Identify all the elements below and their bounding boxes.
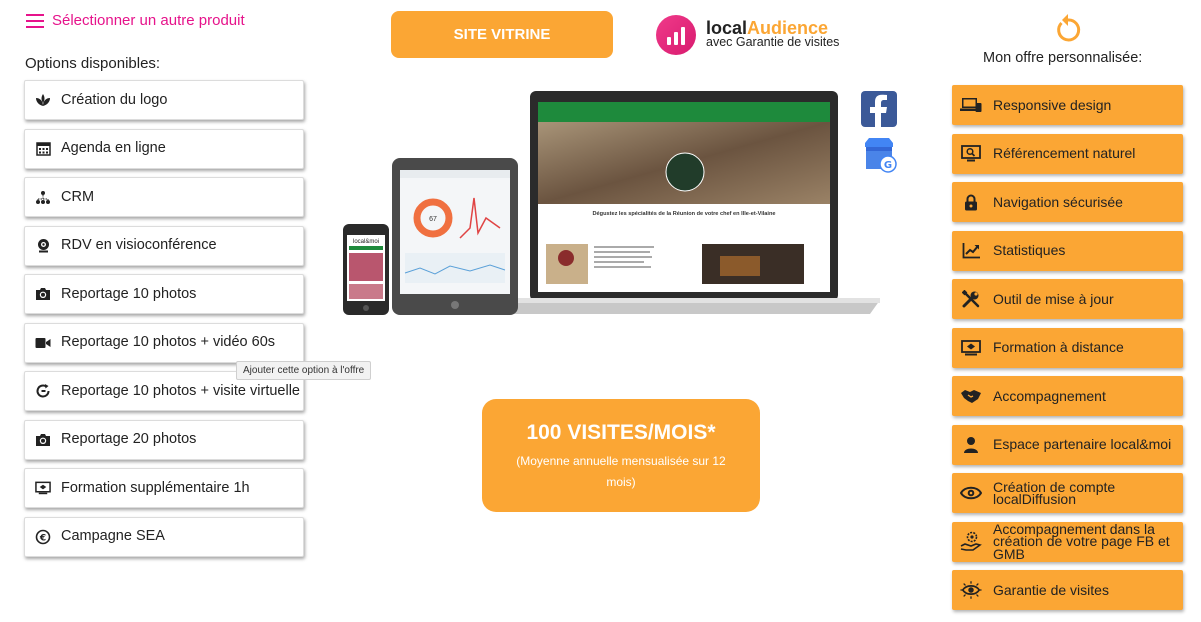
camera-icon bbox=[35, 286, 51, 302]
offer-label: Accompagnement bbox=[993, 387, 1106, 404]
option-agenda[interactable]: Agenda en ligne bbox=[24, 128, 304, 169]
option-label: Campagne SEA bbox=[61, 528, 165, 544]
offer-label: Navigation sécurisée bbox=[993, 193, 1123, 210]
camera-icon bbox=[35, 432, 51, 448]
option-label: Reportage 10 photos + visite virtuelle bbox=[61, 382, 300, 399]
offer-label: Création de compte localDiffusion bbox=[993, 478, 1116, 507]
option-label: Formation supplémentaire 1h bbox=[61, 479, 250, 496]
offer-support[interactable]: Accompagnement bbox=[952, 376, 1183, 416]
eye-rays-icon bbox=[960, 580, 982, 600]
option-label: Agenda en ligne bbox=[61, 140, 166, 156]
option-label: Reportage 10 photos bbox=[61, 285, 197, 302]
option-crm[interactable]: CRM bbox=[24, 177, 304, 217]
offer-secure-navigation[interactable]: Navigation sécurisée bbox=[952, 182, 1183, 222]
video-camera-icon bbox=[35, 335, 51, 351]
lock-icon bbox=[960, 192, 982, 212]
sea-icon: € bbox=[35, 529, 51, 545]
tablet-mockup: 67 bbox=[392, 158, 518, 315]
offer-responsive-design[interactable]: Responsive design bbox=[952, 85, 1183, 125]
option-visio[interactable]: RDV en visioconférence bbox=[24, 225, 304, 266]
options-title: Options disponibles: bbox=[25, 55, 161, 72]
option-label: Création du logo bbox=[61, 91, 168, 108]
option-photos-20[interactable]: Reportage 20 photos bbox=[24, 419, 304, 460]
offer-fb-gmb-support[interactable]: Accompagnement dans la création de votre… bbox=[952, 520, 1183, 562]
devices-icon bbox=[960, 95, 982, 115]
org-chart-icon bbox=[35, 189, 51, 205]
eye-icon bbox=[960, 483, 982, 503]
remote-training-icon bbox=[960, 338, 982, 358]
svg-text:G: G bbox=[884, 160, 892, 171]
offer-label: Statistiques bbox=[993, 242, 1066, 259]
bar-chart-logo-icon bbox=[656, 15, 696, 55]
offer-label: Garantie de visites bbox=[993, 581, 1109, 598]
laptop-mockup: Dégustez les spécialités de la Réunion d… bbox=[490, 91, 880, 314]
svg-text:€: € bbox=[39, 533, 46, 543]
offer-label: Accompagnement dans la création de votre… bbox=[993, 520, 1170, 562]
menu-icon bbox=[26, 13, 44, 28]
offer-localdiffusion-account[interactable]: Création de compte localDiffusion bbox=[952, 473, 1183, 513]
training-screen-icon bbox=[35, 480, 51, 496]
visits-guarantee-card: 100 VISITES/MOIS* (Moyenne annuelle mens… bbox=[482, 399, 760, 512]
localaudience-brand: localAudience avec Garantie de visites bbox=[656, 15, 839, 55]
visits-note: (Moyenne annuelle mensualisée sur 12 moi… bbox=[516, 454, 726, 489]
offer-label: Outil de mise à jour bbox=[993, 290, 1114, 307]
offer-update-tool[interactable]: Outil de mise à jour bbox=[952, 279, 1183, 319]
options-list: Création du logo Agenda en ligne CRM RDV… bbox=[24, 80, 304, 565]
mockup-gauge-value: 67 bbox=[429, 216, 437, 223]
visits-title: 100 VISITES/MOIS* bbox=[526, 421, 716, 444]
handshake-icon bbox=[960, 386, 982, 406]
webcam-icon bbox=[35, 238, 51, 254]
option-photos-video[interactable]: Reportage 10 photos + vidéo 60s bbox=[24, 322, 304, 363]
add-option-tooltip: Ajouter cette option à l'offre bbox=[236, 361, 372, 380]
brand-name: localAudience bbox=[706, 18, 829, 38]
phone-mockup: local&moi bbox=[343, 224, 389, 315]
option-training[interactable]: Formation supplémentaire 1h bbox=[24, 468, 304, 508]
option-sea[interactable]: € Campagne SEA bbox=[24, 516, 304, 557]
offer-label: Espace partenaire local&moi bbox=[993, 436, 1172, 453]
leaves-icon bbox=[35, 92, 51, 108]
offer-seo[interactable]: Référencement naturel bbox=[952, 133, 1183, 174]
mockup-phone-brand: local&moi bbox=[353, 239, 379, 245]
offer-label: Référencement naturel bbox=[993, 145, 1136, 162]
offer-title: Mon offre personnalisée: bbox=[983, 50, 1143, 66]
option-photos-10[interactable]: Reportage 10 photos bbox=[24, 274, 304, 314]
offer-statistics[interactable]: Statistiques bbox=[952, 230, 1183, 271]
option-label: RDV en visioconférence bbox=[61, 237, 217, 253]
reset-icon[interactable] bbox=[1053, 12, 1083, 44]
offer-label: Responsive design bbox=[993, 96, 1112, 113]
offer-list: Responsive design Référencement naturel … bbox=[952, 85, 1183, 619]
offer-label: Formation à distance bbox=[993, 339, 1124, 356]
select-product-link[interactable]: Sélectionner un autre produit bbox=[26, 12, 245, 29]
mockup-headline: Dégustez les spécialités de la Réunion d… bbox=[593, 211, 776, 217]
offer-partner-space[interactable]: Espace partenaire local&moi bbox=[952, 424, 1183, 465]
brand-tagline: avec Garantie de visites bbox=[706, 35, 840, 49]
option-label: CRM bbox=[61, 188, 95, 205]
option-label: Reportage 20 photos bbox=[61, 431, 197, 447]
virtual-tour-icon bbox=[35, 383, 51, 399]
select-product-label: Sélectionner un autre produit bbox=[52, 12, 245, 29]
facebook-icon bbox=[861, 91, 897, 127]
offer-visit-guarantee[interactable]: Garantie de visites bbox=[952, 570, 1183, 610]
google-my-business-icon: G bbox=[861, 137, 897, 173]
responsive-devices-illustration: Dégustez les spécialités de la Réunion d… bbox=[340, 88, 900, 320]
hand-gear-icon bbox=[960, 531, 982, 552]
site-vitrine-button[interactable]: SITE VITRINE bbox=[391, 11, 613, 58]
user-icon bbox=[960, 435, 982, 455]
product-configurator: Sélectionner un autre produit Options di… bbox=[0, 0, 1201, 622]
seo-monitor-icon bbox=[960, 144, 982, 164]
offer-remote-training[interactable]: Formation à distance bbox=[952, 327, 1183, 368]
chart-icon bbox=[960, 241, 982, 261]
option-logo[interactable]: Création du logo bbox=[24, 80, 304, 120]
option-label: Reportage 10 photos + vidéo 60s bbox=[61, 334, 276, 350]
calendar-icon bbox=[35, 141, 51, 157]
tools-icon bbox=[960, 289, 982, 309]
